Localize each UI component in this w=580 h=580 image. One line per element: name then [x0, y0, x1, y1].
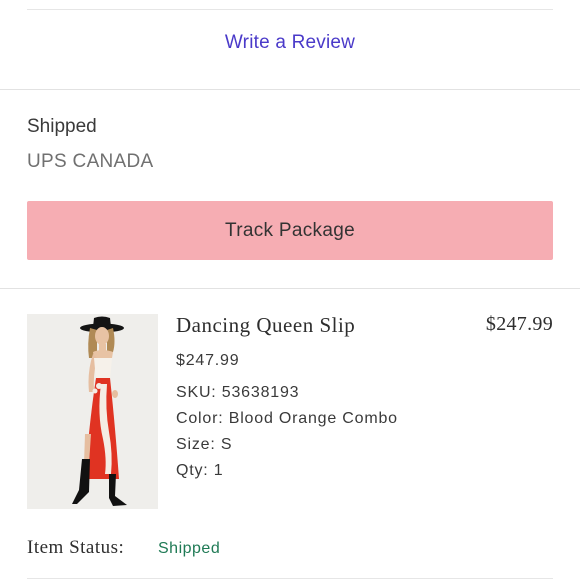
divider: [0, 89, 580, 90]
product-quantity: Qty: 1: [176, 462, 224, 479]
item-status-badge: Shipped: [158, 540, 221, 557]
product-unit-price: $247.99: [176, 352, 240, 369]
product-image[interactable]: [27, 314, 158, 509]
divider: [0, 288, 580, 289]
track-package-button[interactable]: Track Package: [27, 201, 553, 260]
divider: [27, 9, 553, 10]
product-size: Size: S: [176, 436, 233, 453]
product-photo-illustration: [27, 314, 158, 509]
product-name[interactable]: Dancing Queen Slip: [176, 313, 355, 338]
product-sku: SKU: 53638193: [176, 384, 300, 401]
product-total-price: $247.99: [485, 313, 553, 335]
product-color: Color: Blood Orange Combo: [176, 410, 398, 427]
write-review-link[interactable]: Write a Review: [0, 32, 580, 54]
order-details-page: Write a Review Shipped UPS CANADA Track …: [0, 0, 580, 580]
item-status-label: Item Status:: [27, 537, 125, 558]
shipment-carrier: UPS CANADA: [27, 151, 154, 172]
shipment-status: Shipped: [27, 116, 97, 137]
divider: [27, 578, 553, 579]
